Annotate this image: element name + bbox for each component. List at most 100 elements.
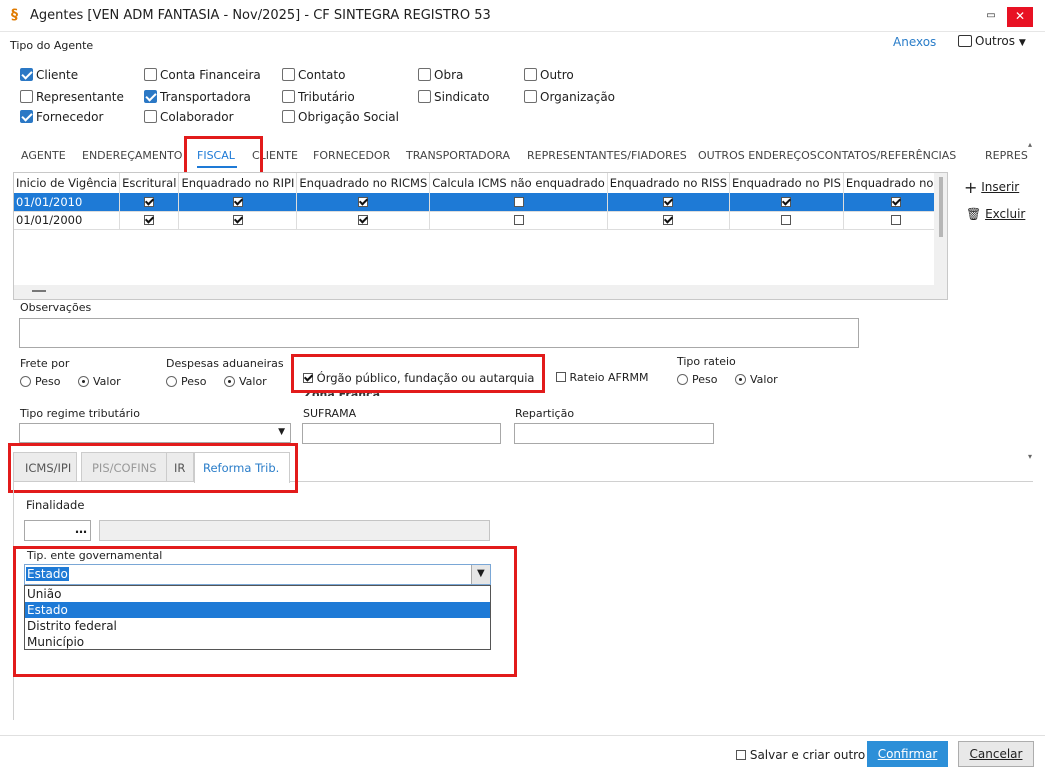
- tab-fornecedor[interactable]: FORNECEDOR: [313, 149, 390, 162]
- grid-checkbox[interactable]: [663, 196, 674, 207]
- tab-representantes[interactable]: REPRESENTANTES/FIADORES: [527, 149, 687, 162]
- rateio-valor-radio[interactable]: Valor: [734, 373, 778, 386]
- outros-menu[interactable]: Outros ▼: [958, 34, 1026, 48]
- observacoes-label: Observações: [20, 301, 92, 314]
- grid-column-header[interactable]: Escritural: [119, 173, 180, 193]
- fiscal-grid[interactable]: Inicio de Vigência Escritural Enquadrado n…: [13, 172, 948, 300]
- main-tabs: AGENTE ENDEREÇAMENTO FISCAL CLIENTE FORN…: [0, 149, 1045, 169]
- despesas-valor-radio[interactable]: Valor: [223, 375, 267, 388]
- agent-type-checkbox[interactable]: Representante: [20, 90, 124, 104]
- insert-button[interactable]: + Inserir: [964, 178, 1019, 197]
- agent-type-label: Organização: [540, 90, 616, 104]
- grid-check-cell[interactable]: [729, 211, 844, 230]
- grid-checkbox[interactable]: [513, 196, 524, 207]
- agent-type-label: Representante: [36, 90, 124, 104]
- trash-icon: 🗑: [966, 207, 982, 221]
- grid-checkbox[interactable]: [663, 215, 674, 225]
- finalidade-description: [99, 520, 490, 541]
- close-button[interactable]: ✕: [1007, 7, 1033, 27]
- suframa-input[interactable]: [302, 423, 501, 444]
- cancelar-button[interactable]: Cancelar: [958, 741, 1034, 767]
- grid-check-cell[interactable]: [178, 193, 298, 212]
- grid-check-cell[interactable]: [729, 193, 844, 212]
- agent-type-checkbox[interactable]: Organização: [524, 90, 615, 104]
- grid-checkbox[interactable]: [890, 215, 901, 225]
- grid-check-cell[interactable]: [843, 211, 947, 230]
- grid-column-header[interactable]: Calcula ICMS não enquadrado: [429, 173, 608, 193]
- reparticao-input[interactable]: [514, 423, 714, 444]
- anexos-link[interactable]: Anexos: [893, 35, 936, 49]
- tab-enderecamento[interactable]: ENDEREÇAMENTO: [82, 149, 182, 162]
- grid-check-cell[interactable]: [843, 193, 947, 212]
- agent-type-checkbox[interactable]: Sindicato: [418, 90, 490, 104]
- agent-type-checkbox[interactable]: Contato: [282, 68, 345, 82]
- grid-check-cell[interactable]: [296, 193, 431, 212]
- tab-transportadora[interactable]: TRANSPORTADORA: [406, 149, 510, 162]
- grid-date-cell[interactable]: 01/01/2010: [14, 193, 121, 212]
- agent-type-checkbox[interactable]: Colaborador: [144, 110, 234, 124]
- grid-check-cell[interactable]: [607, 211, 731, 230]
- highlight-subtabs: [8, 443, 298, 493]
- grid-checkbox[interactable]: [781, 215, 792, 225]
- empty-row: [14, 229, 947, 247]
- grid-column-header[interactable]: Enquadrado no C: [843, 173, 947, 193]
- grid-check-cell[interactable]: [429, 211, 608, 230]
- delete-button[interactable]: 🗑 Excluir: [966, 207, 1025, 221]
- grid-checkbox[interactable]: [358, 215, 369, 225]
- panel-scroll-icon[interactable]: ▾: [1028, 452, 1032, 461]
- table-row[interactable]: 01/01/2010: [14, 193, 947, 212]
- minimize-button[interactable]: ▭: [978, 7, 1004, 27]
- grid-column-header[interactable]: Inicio de Vigência: [14, 173, 121, 193]
- frete-valor-radio[interactable]: Valor: [77, 375, 121, 388]
- grid-check-cell[interactable]: [296, 211, 431, 230]
- grid-check-cell[interactable]: [119, 193, 180, 212]
- tab-outros-enderecos[interactable]: OUTROS ENDEREÇOS: [698, 149, 817, 162]
- grid-checkbox[interactable]: [781, 196, 792, 207]
- grid-vertical-scrollbar[interactable]: [934, 173, 947, 299]
- tab-repres[interactable]: REPRES: [985, 149, 1028, 162]
- salvar-criar-checkbox[interactable]: Salvar e criar outro: [736, 748, 865, 762]
- grid-column-header[interactable]: Enquadrado no RIPI: [178, 173, 298, 193]
- grid-check-cell[interactable]: [607, 193, 731, 212]
- frete-peso-radio[interactable]: Peso: [20, 375, 60, 388]
- rateio-peso-radio[interactable]: Peso: [677, 373, 717, 386]
- agent-type-checkbox[interactable]: Obra: [418, 68, 463, 82]
- agent-type-checkbox[interactable]: Obrigação Social: [282, 110, 399, 124]
- salvar-criar-check: [736, 750, 746, 760]
- grid-check-cell[interactable]: [119, 211, 180, 230]
- agent-type-checkbox[interactable]: Tributário: [282, 90, 355, 104]
- grid-checkbox[interactable]: [232, 215, 243, 225]
- finalidade-code-input[interactable]: …: [24, 520, 91, 541]
- agent-type-checkbox[interactable]: Cliente: [20, 68, 78, 82]
- grid-check-cell[interactable]: [429, 193, 608, 212]
- grid-checkbox[interactable]: [232, 196, 243, 207]
- grid-checkbox[interactable]: [144, 215, 155, 225]
- table-row[interactable]: 01/01/2000: [14, 211, 947, 230]
- tipo-regime-select[interactable]: ▼: [19, 423, 291, 443]
- grid-checkbox[interactable]: [144, 196, 155, 207]
- despesas-peso-radio[interactable]: Peso: [166, 375, 206, 388]
- grid-horizontal-scrollbar[interactable]: [14, 285, 934, 299]
- grid-check-cell[interactable]: [178, 211, 298, 230]
- agent-type-checkbox[interactable]: Outro: [524, 68, 574, 82]
- reparticao-label: Repartição: [515, 407, 575, 420]
- agent-type-checkbox[interactable]: Conta Financeira: [144, 68, 261, 82]
- grid-column-header[interactable]: Enquadrado no RISS: [607, 173, 731, 193]
- grid-checkbox[interactable]: [358, 196, 369, 207]
- tab-contatos[interactable]: CONTATOS/REFERÊNCIAS: [817, 149, 956, 162]
- rateio-afrmm-checkbox[interactable]: Rateio AFRMM: [556, 371, 648, 384]
- agent-type-checkbox[interactable]: Transportadora: [144, 90, 251, 104]
- grid-checkbox[interactable]: [513, 215, 524, 225]
- grid-date-cell[interactable]: 01/01/2000: [14, 211, 121, 230]
- grid-column-header[interactable]: Enquadrado no RICMS: [296, 173, 431, 193]
- tipo-rateio-label: Tipo rateio: [677, 355, 736, 368]
- ellipsis-icon[interactable]: …: [75, 522, 87, 536]
- tabs-scroll-icon[interactable]: ▴: [1028, 140, 1032, 149]
- tab-agente[interactable]: AGENTE: [21, 149, 66, 162]
- checkbox-icon: [144, 110, 157, 123]
- grid-checkbox[interactable]: [890, 196, 901, 207]
- grid-column-header[interactable]: Enquadrado no PIS: [729, 173, 844, 193]
- observacoes-input[interactable]: [19, 318, 859, 348]
- confirmar-button[interactable]: Confirmar: [867, 741, 948, 767]
- agent-type-checkbox[interactable]: Fornecedor: [20, 110, 103, 124]
